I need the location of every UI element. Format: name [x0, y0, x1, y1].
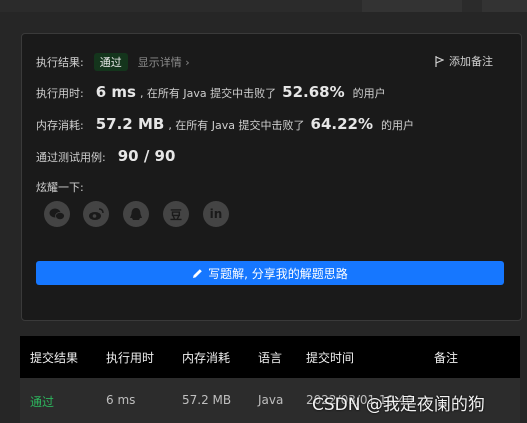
- testcases-row: 通过测试用例: 90 / 90: [36, 147, 179, 165]
- testcases-value: 90 / 90: [117, 147, 176, 165]
- memory-suffix: 的用户: [381, 119, 415, 132]
- write-solution-label: 写题解, 分享我的解题思路: [208, 266, 348, 281]
- write-solution-button[interactable]: 写题解, 分享我的解题思路: [36, 261, 504, 285]
- runtime-suffix: 的用户: [352, 87, 386, 100]
- qq-icon[interactable]: [123, 201, 149, 227]
- top-tab[interactable]: [482, 0, 527, 12]
- row-result-link[interactable]: 通过: [30, 393, 54, 410]
- row-memory: 57.2 MB: [182, 393, 232, 407]
- show-details-link[interactable]: 显示详情 ›: [138, 54, 190, 70]
- memory-label: 内存消耗:: [36, 119, 84, 132]
- douban-icon[interactable]: 豆: [163, 201, 189, 227]
- memory-value: 57.2 MB: [95, 115, 165, 133]
- column-header[interactable]: 提交时间: [306, 349, 354, 366]
- add-note-label: 添加备注: [449, 55, 493, 68]
- flag-icon: [435, 55, 444, 67]
- douban-glyph: 豆: [169, 207, 182, 222]
- runtime-percent: 52.68%: [282, 83, 345, 101]
- pencil-icon: [193, 268, 202, 278]
- linkedin-glyph: in: [209, 207, 223, 221]
- status-badge: 通过: [93, 53, 128, 71]
- memory-row: 内存消耗: 57.2 MB , 在所有 Java 提交中击败了 64.22% 的…: [36, 115, 414, 133]
- column-header[interactable]: 执行用时: [106, 349, 154, 366]
- column-header[interactable]: 提交结果: [30, 349, 78, 366]
- top-bar: [0, 0, 527, 12]
- result-card: 执行结果: 通过 显示详情 › 添加备注 执行用时: 6 ms , 在所有 Ja…: [21, 33, 522, 321]
- wechat-icon[interactable]: [44, 201, 70, 227]
- memory-beat-text: , 在所有 Java 提交中击败了: [168, 119, 305, 132]
- weibo-icon[interactable]: [83, 201, 109, 227]
- runtime-row: 执行用时: 6 ms , 在所有 Java 提交中击败了 52.68% 的用户: [36, 83, 386, 101]
- runtime-label: 执行用时:: [36, 87, 84, 100]
- watermark: CSDN @我是夜阑的狗: [312, 395, 485, 415]
- column-header[interactable]: 语言: [258, 349, 282, 366]
- share-label: 炫耀一下:: [36, 181, 84, 194]
- add-note-button[interactable]: 添加备注: [435, 53, 493, 69]
- row-runtime: 6 ms: [106, 393, 136, 407]
- table-header: 提交结果 执行用时 内存消耗 语言 提交时间 备注: [20, 336, 520, 378]
- row-language: Java: [258, 393, 284, 407]
- share-row: 炫耀一下:: [36, 179, 84, 195]
- top-tab[interactable]: [362, 0, 462, 12]
- linkedin-icon[interactable]: in: [203, 201, 229, 227]
- runtime-value: 6 ms: [95, 83, 136, 101]
- column-header[interactable]: 内存消耗: [182, 349, 230, 366]
- memory-percent: 64.22%: [310, 115, 374, 133]
- runtime-beat-text: , 在所有 Java 提交中击败了: [139, 87, 277, 100]
- result-label: 执行结果:: [36, 56, 84, 69]
- column-header[interactable]: 备注: [434, 349, 458, 366]
- result-row: 执行结果: 通过 显示详情 ›: [36, 53, 190, 71]
- testcases-label: 通过测试用例:: [36, 151, 106, 164]
